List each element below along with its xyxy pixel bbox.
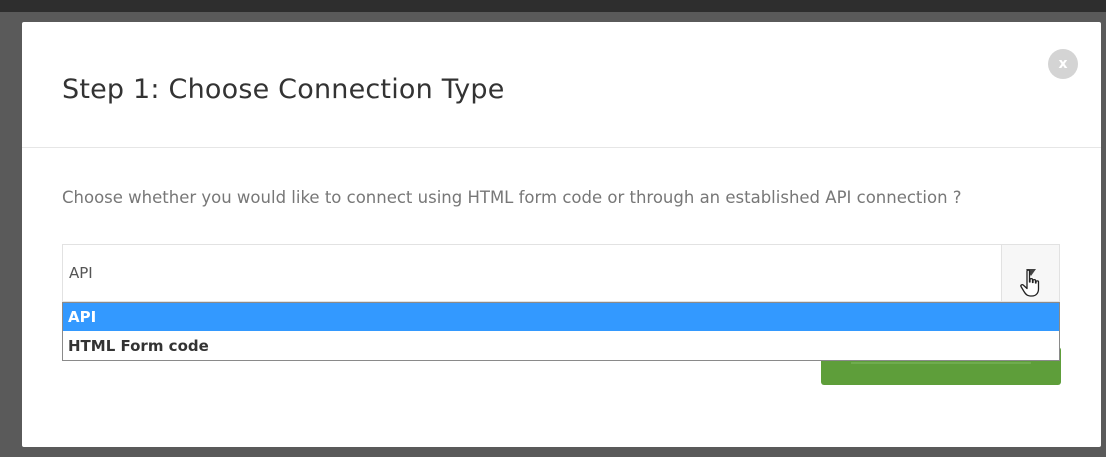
modal-header: Step 1: Choose Connection Type: [22, 22, 1101, 148]
connection-type-dropdown: API HTML Form code: [62, 302, 1060, 361]
modal-title: Step 1: Choose Connection Type: [62, 74, 505, 105]
page-top-strip: [0, 0, 1106, 12]
hand-cursor-icon: [1020, 269, 1040, 297]
close-icon[interactable]: x: [1048, 49, 1078, 79]
dropdown-option-html-form-code[interactable]: HTML Form code: [63, 332, 1059, 360]
select-current-value: API: [69, 264, 93, 282]
connection-type-modal: Step 1: Choose Connection Type x Choose …: [22, 22, 1101, 447]
next-button-label-blur: [851, 362, 1031, 364]
select-toggle[interactable]: [1001, 245, 1059, 301]
dropdown-option-api[interactable]: API: [63, 303, 1059, 331]
connection-type-select[interactable]: API: [62, 244, 1060, 302]
modal-description: Choose whether you would like to connect…: [62, 188, 962, 207]
